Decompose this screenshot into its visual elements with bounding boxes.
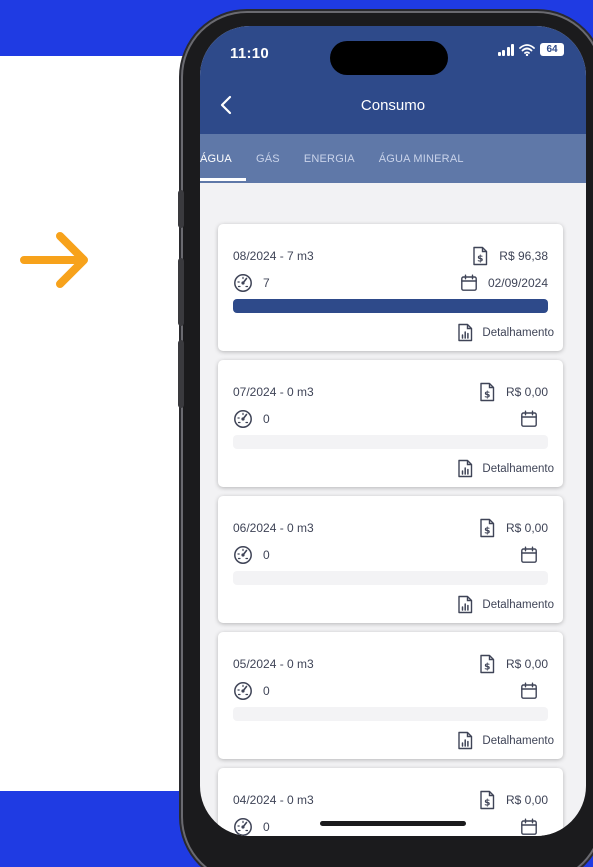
tab-gas[interactable]: GÁS — [256, 153, 280, 165]
detail-button-label: Detalhamento — [482, 598, 554, 611]
tab-energia[interactable]: ENERGIA — [304, 153, 355, 165]
dynamic-island — [330, 41, 448, 75]
card-amount: R$ 0,00 — [505, 385, 548, 399]
wifi-icon — [519, 43, 535, 56]
calendar-icon — [521, 546, 537, 563]
gauge-icon — [234, 546, 252, 564]
status-icons: 64 — [497, 43, 564, 56]
detail-button[interactable]: Detalhamento — [457, 595, 554, 614]
card-reading: 0 — [263, 548, 270, 562]
calendar-icon — [521, 818, 537, 835]
svg-text:$: $ — [484, 391, 490, 401]
consumption-card: 08/2024 - 7 m3 $ R$ 96,38 7 02/09/2024 D… — [218, 224, 563, 351]
status-time: 11:10 — [230, 45, 270, 62]
card-reading: 0 — [263, 684, 270, 698]
card-amount: R$ 0,00 — [505, 793, 548, 807]
report-icon — [458, 323, 473, 342]
app-header: 11:10 64 Consumo — [200, 26, 586, 134]
consumption-progress-bar — [233, 435, 548, 449]
card-amount: R$ 0,00 — [505, 657, 548, 671]
consumption-card: 05/2024 - 0 m3 $ R$ 0,00 0 Detalhamento — [218, 632, 563, 759]
signal-icon — [497, 43, 514, 56]
bill-icon: $ — [480, 790, 495, 810]
detail-button-label: Detalhamento — [482, 462, 554, 475]
detail-button[interactable]: Detalhamento — [457, 459, 554, 478]
gauge-icon — [234, 682, 252, 700]
report-icon — [458, 595, 473, 614]
consumption-card: 06/2024 - 0 m3 $ R$ 0,00 0 Detalhamento — [218, 496, 563, 623]
phone-volume-down-button — [178, 340, 184, 408]
svg-text:$: $ — [484, 527, 490, 537]
card-reading: 0 — [263, 412, 270, 426]
arrow-right-icon — [20, 232, 88, 288]
consumption-progress-bar — [233, 707, 548, 721]
gauge-icon — [234, 818, 252, 836]
card-reading: 7 — [263, 276, 270, 290]
bill-icon: $ — [480, 654, 495, 674]
battery-icon: 64 — [540, 43, 564, 56]
calendar-icon — [521, 410, 537, 427]
detail-button-label: Detalhamento — [482, 734, 554, 747]
card-period: 04/2024 - 0 m3 — [233, 793, 314, 807]
card-reading: 0 — [263, 820, 270, 834]
card-due-date: 02/09/2024 — [487, 276, 548, 290]
detail-button[interactable]: Detalhamento — [457, 731, 554, 750]
card-period: 06/2024 - 0 m3 — [233, 521, 314, 535]
report-icon — [458, 459, 473, 478]
consumption-progress-fill — [233, 299, 548, 313]
card-period: 05/2024 - 0 m3 — [233, 657, 314, 671]
tab-agua-mineral[interactable]: ÁGUA MINERAL — [379, 153, 464, 165]
page-title: Consumo — [360, 97, 426, 114]
consumption-progress-bar — [233, 571, 548, 585]
svg-text:$: $ — [477, 255, 483, 265]
tab-bar: ÁGUA GÁS ENERGIA ÁGUA MINERAL — [200, 134, 586, 183]
svg-text:$: $ — [484, 663, 490, 673]
card-amount: R$ 0,00 — [505, 521, 548, 535]
card-amount: R$ 96,38 — [499, 249, 548, 263]
tab-agua[interactable]: ÁGUA — [200, 153, 246, 181]
consumption-progress-bar — [233, 299, 548, 313]
consumption-card: 07/2024 - 0 m3 $ R$ 0,00 0 Detalhamento — [218, 360, 563, 487]
card-period: 07/2024 - 0 m3 — [233, 385, 314, 399]
phone-screen: 11:10 64 Consumo ÁGUA GÁS ENERGIA ÁGUA M… — [200, 26, 586, 836]
phone-volume-up-button — [178, 258, 184, 326]
gauge-icon — [234, 274, 252, 292]
detail-button[interactable]: Detalhamento — [457, 323, 554, 342]
home-indicator — [320, 821, 466, 826]
consumption-list[interactable]: 08/2024 - 7 m3 $ R$ 96,38 7 02/09/2024 D… — [200, 183, 586, 836]
gauge-icon — [234, 410, 252, 428]
bill-icon: $ — [480, 518, 495, 538]
card-period: 08/2024 - 7 m3 — [233, 249, 314, 263]
report-icon — [458, 731, 473, 750]
detail-button-label: Detalhamento — [482, 326, 554, 339]
calendar-icon — [521, 682, 537, 699]
bill-icon: $ — [473, 246, 488, 266]
svg-text:$: $ — [484, 799, 490, 809]
phone-side-button — [178, 190, 184, 228]
bill-icon: $ — [480, 382, 495, 402]
calendar-icon — [461, 274, 477, 291]
